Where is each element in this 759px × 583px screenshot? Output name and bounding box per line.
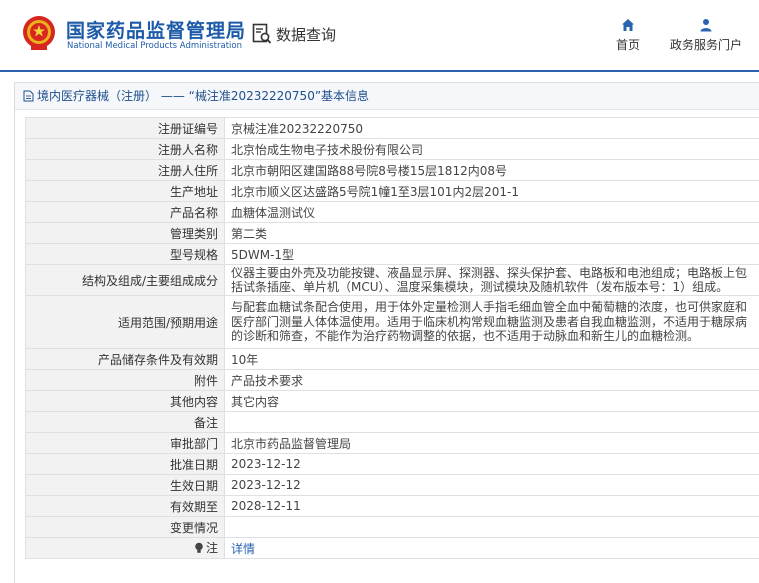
table-row: 注册人名称 北京怡成生物电子技术股份有限公司 bbox=[26, 139, 759, 160]
detail-panel: 境内医疗器械（注册） —— “械注准20232220750”基本信息 注册证编号… bbox=[14, 82, 759, 583]
registration-info-table: 注册证编号 京械注准20232220750 注册人名称 北京怡成生物电子技术股份… bbox=[25, 117, 759, 559]
field-label: 注册人名称 bbox=[26, 139, 225, 160]
table-row: 有效期至 2028-12-11 bbox=[26, 496, 759, 517]
field-value: 仪器主要由外壳及功能按键、液晶显示屏、探测器、探头保护套、电路板和电池组成；电路… bbox=[225, 265, 759, 296]
field-label: 型号规格 bbox=[26, 244, 225, 265]
nav-home[interactable]: 首页 bbox=[613, 18, 643, 53]
note-value-cell: 详情 bbox=[225, 538, 759, 559]
field-label: 产品储存条件及有效期 bbox=[26, 349, 225, 370]
site-name-english: National Medical Products Administration bbox=[67, 41, 242, 51]
note-label-cell: 注 bbox=[26, 538, 225, 559]
field-value: 10年 bbox=[225, 349, 759, 370]
table-row: 注册证编号 京械注准20232220750 bbox=[26, 118, 759, 139]
data-search-icon bbox=[252, 23, 272, 45]
table-row: 注册人住所 北京市朝阳区建国路88号院8号楼15层1812内08号 bbox=[26, 160, 759, 181]
field-value: 京械注准20232220750 bbox=[225, 118, 759, 139]
table-row: 结构及组成/主要组成成分 仪器主要由外壳及功能按键、液晶显示屏、探测器、探头保护… bbox=[26, 265, 759, 296]
table-row: 审批部门 北京市药品监督管理局 bbox=[26, 433, 759, 454]
note-label: 注 bbox=[194, 539, 218, 556]
table-row: 批准日期 2023-12-12 bbox=[26, 454, 759, 475]
table-row: 备注 bbox=[26, 412, 759, 433]
table-row: 产品储存条件及有效期 10年 bbox=[26, 349, 759, 370]
field-value bbox=[225, 517, 759, 538]
table-row: 注 详情 bbox=[26, 538, 759, 559]
field-value: 与配套血糖试条配合使用，用于体外定量检测人手指毛细血管全血中葡萄糖的浓度，也可供… bbox=[225, 296, 759, 349]
field-value: 2028-12-11 bbox=[225, 496, 759, 517]
table-row: 变更情况 bbox=[26, 517, 759, 538]
table-row: 生产地址 北京市顺义区达盛路5号院1幢1至3层101内2层201-1 bbox=[26, 181, 759, 202]
field-value bbox=[225, 412, 759, 433]
field-value: 第二类 bbox=[225, 223, 759, 244]
field-label: 变更情况 bbox=[26, 517, 225, 538]
field-value: 北京市朝阳区建国路88号院8号楼15层1812内08号 bbox=[225, 160, 759, 181]
field-value: 血糖体温测试仪 bbox=[225, 202, 759, 223]
panel-title: 境内医疗器械（注册） —— “械注准20232220750”基本信息 bbox=[15, 83, 759, 110]
field-value: 北京市顺义区达盛路5号院1幢1至3层101内2层201-1 bbox=[225, 181, 759, 202]
field-value: 2023-12-12 bbox=[225, 454, 759, 475]
table-row: 产品名称 血糖体温测试仪 bbox=[26, 202, 759, 223]
field-value: 2023-12-12 bbox=[225, 475, 759, 496]
field-label: 管理类别 bbox=[26, 223, 225, 244]
field-label: 产品名称 bbox=[26, 202, 225, 223]
field-label: 批准日期 bbox=[26, 454, 225, 475]
field-value: 其它内容 bbox=[225, 391, 759, 412]
panel-title-text: 境内医疗器械（注册） —— “械注准20232220750”基本信息 bbox=[37, 83, 369, 109]
field-label: 审批部门 bbox=[26, 433, 225, 454]
table-row: 适用范围/预期用途 与配套血糖试条配合使用，用于体外定量检测人手指毛细血管全血中… bbox=[26, 296, 759, 349]
table-row: 型号规格 5DWM-1型 bbox=[26, 244, 759, 265]
site-name[interactable]: 国家药品监督管理局 bbox=[66, 16, 246, 43]
document-icon bbox=[23, 90, 34, 102]
table-row: 管理类别 第二类 bbox=[26, 223, 759, 244]
home-icon bbox=[621, 18, 635, 32]
field-label: 生效日期 bbox=[26, 475, 225, 496]
field-label: 备注 bbox=[26, 412, 225, 433]
data-query-link[interactable]: 数据查询 bbox=[252, 23, 336, 45]
field-value: 北京市药品监督管理局 bbox=[225, 433, 759, 454]
nav-service-label: 政务服务门户 bbox=[670, 38, 742, 52]
table-row: 其他内容 其它内容 bbox=[26, 391, 759, 412]
field-label: 其他内容 bbox=[26, 391, 225, 412]
user-icon bbox=[699, 18, 713, 32]
note-label-text: 注 bbox=[206, 539, 218, 556]
header-divider bbox=[0, 70, 759, 72]
field-value: 产品技术要求 bbox=[225, 370, 759, 391]
field-label: 有效期至 bbox=[26, 496, 225, 517]
site-header: 国家药品监督管理局 National Medical Products Admi… bbox=[0, 0, 759, 70]
field-label: 适用范围/预期用途 bbox=[26, 296, 225, 349]
data-query-label: 数据查询 bbox=[276, 24, 336, 45]
table-row: 生效日期 2023-12-12 bbox=[26, 475, 759, 496]
nav-service-portal[interactable]: 政务服务门户 bbox=[664, 18, 748, 53]
field-label: 生产地址 bbox=[26, 181, 225, 202]
field-label: 注册证编号 bbox=[26, 118, 225, 139]
field-value: 北京怡成生物电子技术股份有限公司 bbox=[225, 139, 759, 160]
field-label: 附件 bbox=[26, 370, 225, 391]
national-emblem-icon bbox=[22, 15, 56, 51]
nav-home-label: 首页 bbox=[616, 38, 640, 52]
field-label: 结构及组成/主要组成成分 bbox=[26, 265, 225, 296]
field-label: 注册人住所 bbox=[26, 160, 225, 181]
field-value: 5DWM-1型 bbox=[225, 244, 759, 265]
table-row: 附件 产品技术要求 bbox=[26, 370, 759, 391]
bulb-icon bbox=[194, 542, 204, 554]
details-link[interactable]: 详情 bbox=[231, 542, 255, 556]
